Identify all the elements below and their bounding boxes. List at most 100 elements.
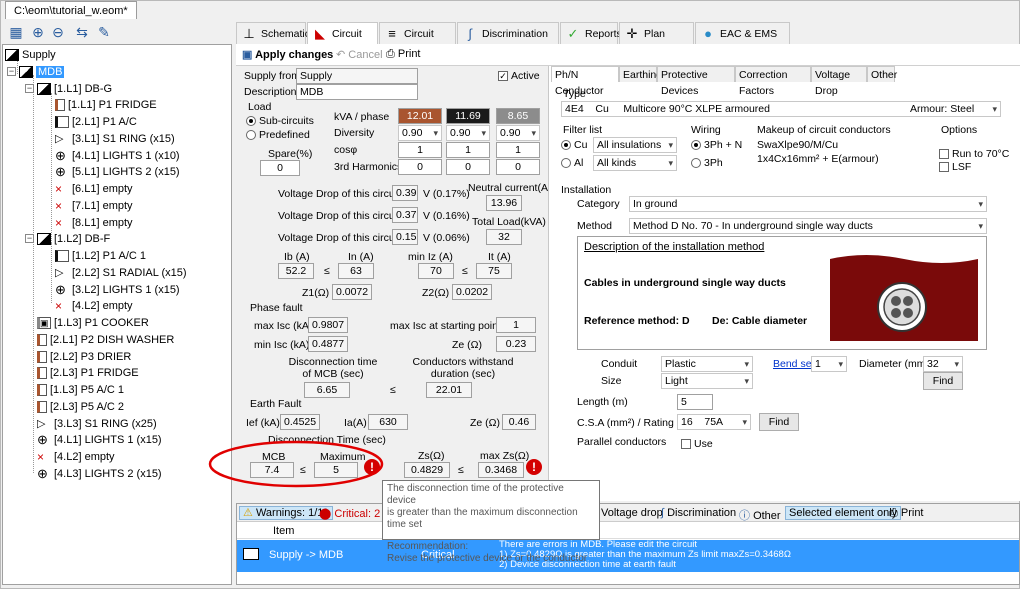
tab-circuit-edit[interactable]: ◣Circuit edit: [307, 22, 378, 62]
harm-l2[interactable]: 0: [446, 159, 490, 175]
tree-node[interactable]: [1.L2] DB-F −: [25, 231, 110, 247]
tab-reports[interactable]: ✓ Reports: [560, 22, 622, 44]
diversity-l1[interactable]: 0.90: [398, 125, 442, 141]
tree-node[interactable]: MDB −: [7, 64, 65, 80]
use-checkbox[interactable]: Use: [681, 438, 713, 450]
subtab-protective[interactable]: Protective Devices: [657, 66, 735, 97]
document-tab[interactable]: C:\eom\tutorial_w.eom*: [5, 1, 137, 19]
harm-l1[interactable]: 0: [398, 159, 442, 175]
description-field[interactable]: MDB: [296, 84, 418, 100]
length-field[interactable]: 5: [677, 394, 713, 410]
collapse-icon[interactable]: −: [25, 83, 34, 93]
tree-node[interactable]: × [4.L2] empty: [37, 449, 115, 465]
tree-node[interactable]: [1.L1] P1 FRIDGE: [55, 97, 157, 113]
cos-l3[interactable]: 1: [496, 142, 540, 158]
tree-node[interactable]: ⊕ [4.L1] LIGHTS 1 (x15): [37, 432, 162, 448]
tree-node[interactable]: ▷ [2.L2] S1 RADIAL (x15): [55, 265, 187, 281]
insulation-select[interactable]: All insulations: [593, 137, 677, 153]
subtab-earthing[interactable]: Earthing: [619, 66, 662, 82]
collapse-icon[interactable]: −: [7, 66, 16, 76]
diversity-l2[interactable]: 0.90: [446, 125, 490, 141]
cu-radio[interactable]: Cu: [561, 139, 587, 151]
tree-node[interactable]: Supply: [5, 47, 56, 63]
tree-node[interactable]: ⊕ [4.L3] LIGHTS 2 (x15): [37, 466, 162, 482]
diameter-select[interactable]: 32: [923, 356, 963, 372]
table-row[interactable]: Supply -> MDB Critical There are errors …: [237, 540, 1019, 572]
subtab-correction[interactable]: Correction Factors: [735, 66, 811, 97]
diversity-l3[interactable]: 0.90: [496, 125, 540, 141]
predefined-radio[interactable]: Predefined: [246, 129, 310, 141]
tree-node[interactable]: [2.L3] P5 A/C 2: [37, 399, 124, 415]
bend-select[interactable]: 1: [811, 356, 847, 372]
wiring-3ph-radio[interactable]: 3Ph: [691, 157, 723, 169]
tree-node[interactable]: [2.L1] P2 DISH WASHER: [37, 332, 174, 348]
eac-icon: ●: [704, 26, 712, 41]
subcircuits-radio[interactable]: Sub-circuits: [246, 115, 314, 127]
method-select[interactable]: Method D No. 70 - In underground single …: [629, 218, 987, 234]
cable-type-select[interactable]: 4E4 Cu Multicore 90°C XLPE armoured Armo…: [561, 101, 1001, 117]
cos-l2[interactable]: 1: [446, 142, 490, 158]
tree-node[interactable]: [1.L3] P5 A/C 1: [37, 382, 124, 398]
error-icon[interactable]: !: [526, 459, 542, 475]
main-tabs: ⊥ Schematic ◣Circuit edit ≡Circuit detail…: [236, 22, 1020, 62]
tree-node[interactable]: × [4.L2] empty: [55, 298, 133, 314]
cos-l1[interactable]: 1: [398, 142, 442, 158]
category-select[interactable]: In ground: [629, 196, 987, 212]
critical-button[interactable]: ⬤ Critical: 2: [319, 507, 380, 520]
tab-circuit-details[interactable]: ≡Circuit details: [379, 22, 456, 62]
tab-plan-design[interactable]: ✛Plan Design: [619, 22, 694, 62]
tree-node[interactable]: [2.L1] P1 A/C: [55, 114, 137, 130]
socket-icon: [55, 116, 69, 129]
tree-node[interactable]: [2.L3] P1 FRIDGE: [37, 365, 139, 381]
tree-node[interactable]: ▷ [3.L1] S1 RING (x15): [55, 131, 175, 147]
cancel-button[interactable]: ↶ Cancel: [336, 48, 383, 61]
apply-button[interactable]: ▣ Apply changes: [242, 48, 333, 61]
bend-set-link[interactable]: Bend set: [773, 358, 814, 370]
tree-node[interactable]: × [6.L1] empty: [55, 181, 133, 197]
al-radio[interactable]: Al: [561, 157, 583, 169]
subtab-other[interactable]: Other: [867, 66, 897, 82]
circuit-tree[interactable]: Supply MDB − [1.L1] DB-G − [1.L1] P1 FRIDGE [2…: [2, 44, 232, 585]
tree-node[interactable]: [1.L1] DB-G −: [25, 81, 112, 97]
print-button[interactable]: ⎙ Print: [386, 48, 421, 61]
csa-select[interactable]: 16 75A: [677, 414, 751, 430]
kinds-select[interactable]: All kinds: [593, 155, 677, 171]
pin-icon[interactable]: ✎: [94, 22, 114, 42]
tree-node[interactable]: × [7.L1] empty: [55, 198, 133, 214]
zoom-out-icon[interactable]: ⊖: [48, 22, 68, 42]
print-messages-button[interactable]: ⎙ Print: [889, 507, 924, 520]
discrimination-button[interactable]: ∫ Discrimination: [661, 507, 736, 519]
tab-discrimination[interactable]: ∫Discrimination study: [457, 22, 559, 62]
size-select[interactable]: Light: [661, 373, 753, 389]
active-checkbox[interactable]: ✓ Active: [498, 70, 540, 82]
grid-icon[interactable]: ▦: [6, 22, 26, 42]
refresh-icon[interactable]: ⇆: [72, 22, 92, 42]
zoom-in-icon[interactable]: ⊕: [28, 22, 48, 42]
tree-node[interactable]: ▷ [3.L3] S1 RING (x25): [37, 416, 157, 432]
harm-l3[interactable]: 0: [496, 159, 540, 175]
tree-node[interactable]: ⊕ [3.L2] LIGHTS 1 (x15): [55, 282, 180, 298]
tree-node[interactable]: ⊕ [4.L1] LIGHTS 1 (x10): [55, 148, 180, 164]
tree-node[interactable]: [1.L2] P1 A/C 1: [55, 248, 146, 264]
tab-eac-ems[interactable]: ●EAC & EMS Forms: [695, 22, 790, 62]
find-csa-button[interactable]: Find: [759, 413, 799, 431]
subtab-voltage-drop[interactable]: Voltage Drop: [811, 66, 867, 97]
tree-node[interactable]: [2.L2] P3 DRIER: [37, 349, 131, 365]
wiring-3phn-radio[interactable]: 3Ph + N: [691, 139, 742, 151]
find-conduit-button[interactable]: Find: [923, 372, 963, 390]
tree-node[interactable]: ▣ [1.L3] P1 COOKER: [37, 315, 149, 331]
disc-label: Disconnection time of MCB (sec): [288, 356, 378, 380]
other-button[interactable]: ⓘ Other: [739, 507, 781, 523]
vdrop-button[interactable]: Voltage drop: [601, 507, 663, 519]
tab-schematic[interactable]: ⊥ Schematic: [236, 22, 310, 44]
tree-node-label: [2.L3] P1 FRIDGE: [50, 367, 139, 380]
run70-checkbox[interactable]: Run to 70°C: [939, 148, 1009, 160]
lsf-checkbox[interactable]: LSF: [939, 161, 971, 173]
collapse-icon[interactable]: −: [25, 234, 34, 244]
spare-stepper[interactable]: 0: [260, 160, 300, 176]
subtab-ph-n[interactable]: Ph/N Conductor: [551, 66, 619, 97]
tree-node[interactable]: × [8.L1] empty: [55, 215, 133, 231]
selected-only-toggle[interactable]: Selected element only: [785, 506, 902, 520]
tree-node[interactable]: ⊕ [5.L1] LIGHTS 2 (x15): [55, 164, 180, 180]
conduit-select[interactable]: Plastic: [661, 356, 753, 372]
